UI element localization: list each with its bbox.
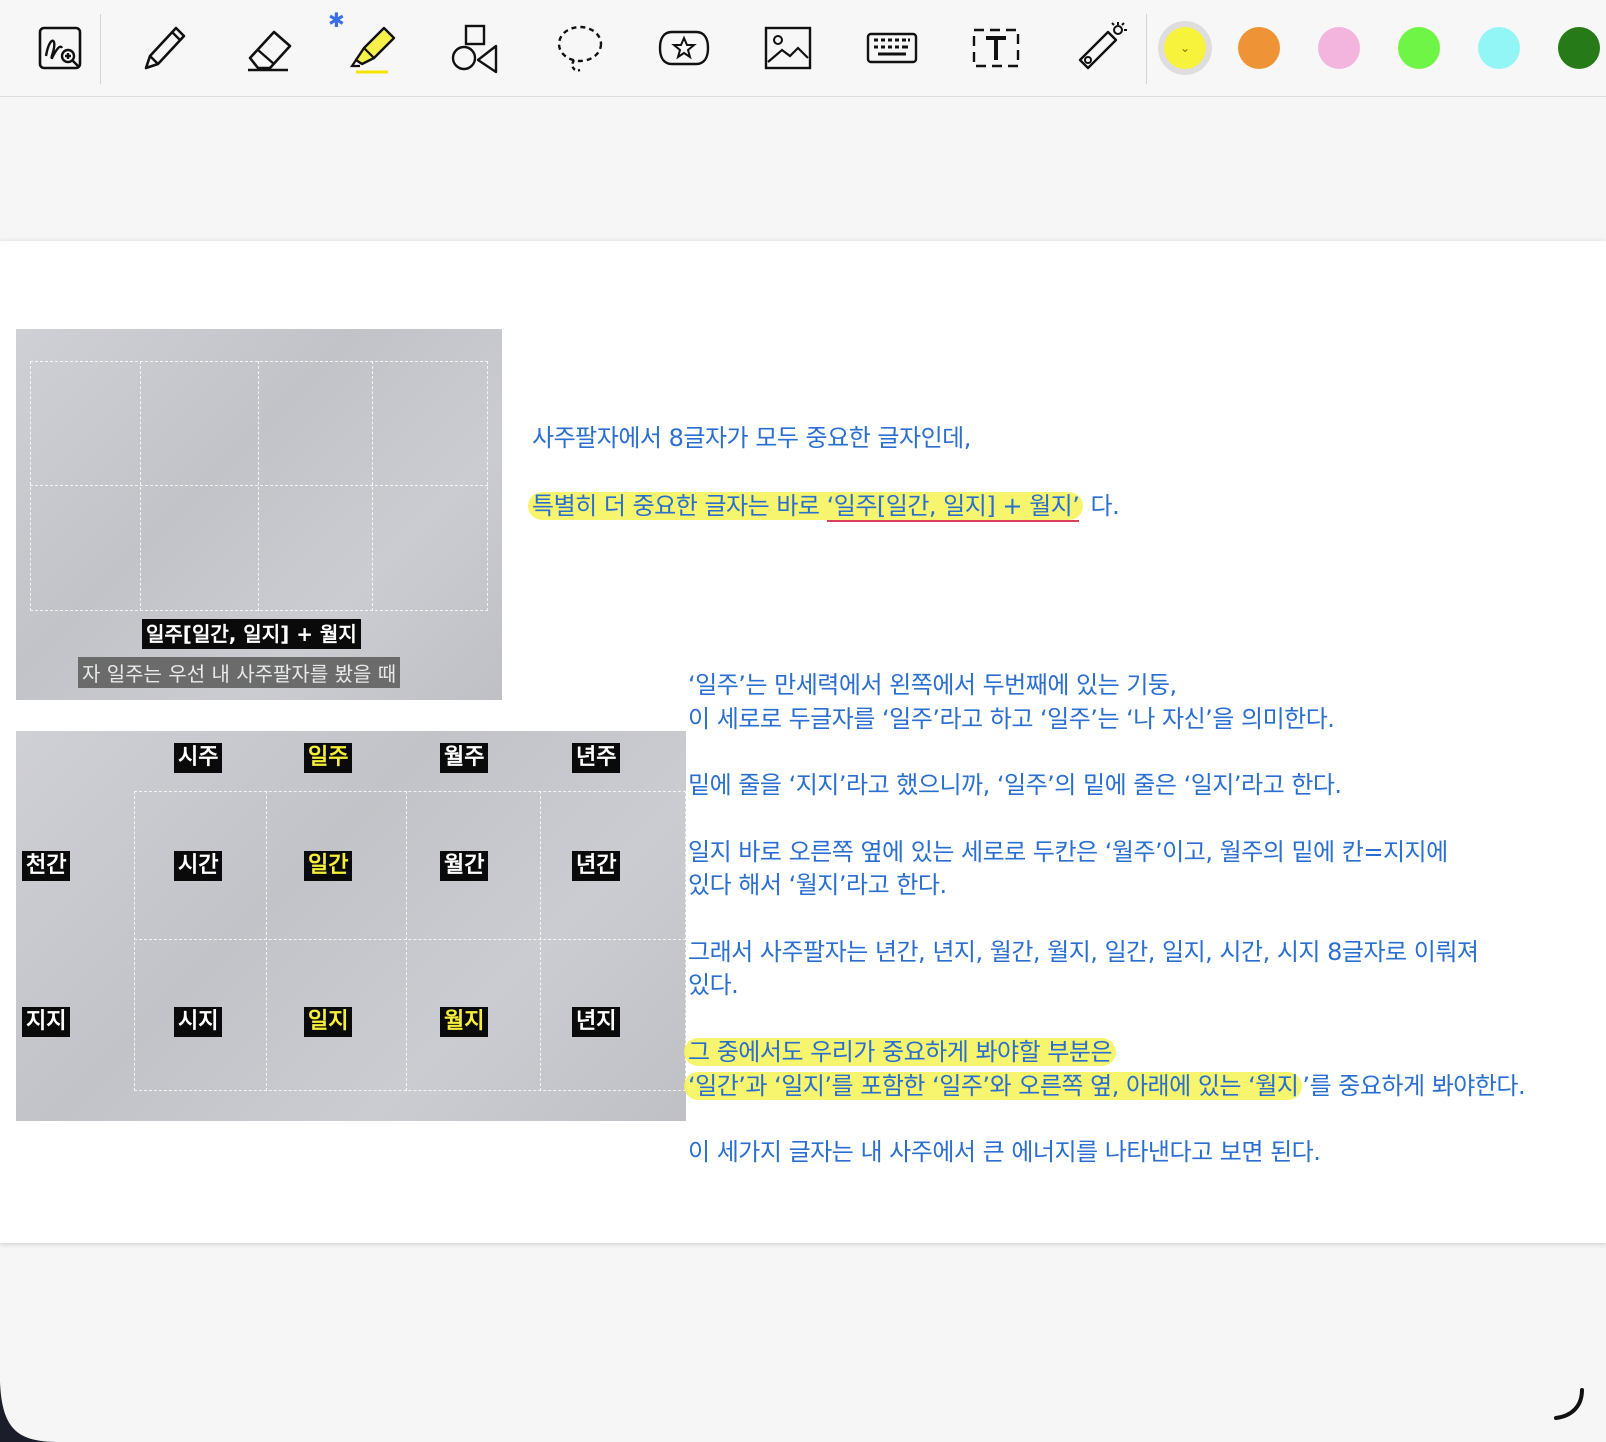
color-swatch-green[interactable] <box>1398 27 1440 69</box>
column-header-ilju: 일주 <box>304 743 353 773</box>
keyboard-icon <box>866 32 918 64</box>
eraser-tool[interactable] <box>232 14 304 82</box>
note-page[interactable]: 일주[일간, 일지] + 월지 자 일주는 우선 내 사주팔자를 봤을 때 시주… <box>0 241 1606 1243</box>
note-line[interactable]: 이 세가지 글자는 내 사주에서 큰 에너지를 나타낸다고 보면 된다. <box>688 1135 1321 1169</box>
note-line[interactable]: 사주팔자에서 8글자가 모두 중요한 글자인데, <box>532 421 971 455</box>
screen-corner <box>0 1382 60 1442</box>
column-header-sizhu: 시주 <box>174 743 223 773</box>
zoom-handwriting-icon <box>38 26 82 70</box>
highlight-stroke: 그 중에서도 우리가 중요하게 봐야할 부분은 <box>684 1038 1117 1066</box>
image-tool[interactable] <box>752 14 824 82</box>
laser-pointer-tool[interactable] <box>1064 14 1136 82</box>
page-curl-icon[interactable] <box>1552 1386 1588 1422</box>
cell-wolji: 월지 <box>440 1007 489 1037</box>
screenshot-image-manseryeok[interactable]: 시주 일주 월주 년주 천간 시간 일간 월간 년간 지지 시지 일지 월지 년… <box>16 731 686 1121</box>
toolbar: ✱ ⌄ <box>0 0 1606 97</box>
note-line-highlighted[interactable]: ‘일간’과 ‘일지’를 포함한 ‘일주’와 오른쪽 옆, 아래에 있는 ‘월지’… <box>684 1069 1526 1103</box>
laser-pointer-icon <box>1078 22 1127 70</box>
color-swatch-yellow[interactable]: ⌄ <box>1164 27 1206 69</box>
highlighter-icon <box>349 26 396 74</box>
note-line[interactable]: 이 세로로 두글자를 ‘일주’라고 하고 ‘일주’는 ‘나 자신’을 의미한다. <box>688 702 1335 736</box>
grid-line <box>266 791 267 1091</box>
cell-ilji: 일지 <box>304 1007 353 1037</box>
note-line[interactable]: 있다 해서 ‘월지’라고 한다. <box>688 868 947 902</box>
note-text: ’를 중요하게 봐야한다. <box>1302 1072 1526 1100</box>
shapes-tool[interactable] <box>440 14 512 82</box>
text-box-tool[interactable] <box>960 14 1032 82</box>
chevron-down-icon: ⌄ <box>1179 41 1191 55</box>
cell-wolgan: 월간 <box>440 851 489 881</box>
note-line[interactable]: 그래서 사주팔자는 년간, 년지, 월간, 월지, 일간, 일지, 시간, 시지… <box>688 935 1479 969</box>
grid-line <box>540 791 541 1091</box>
screenshot-image-saju-grid[interactable]: 일주[일간, 일지] + 월지 자 일주는 우선 내 사주팔자를 봤을 때 <box>16 329 502 700</box>
keyboard-tool[interactable] <box>856 14 928 82</box>
image-icon <box>764 26 812 70</box>
note-text: 특별히 더 중요한 글자는 바로 <box>532 492 827 520</box>
note-line[interactable]: 있다. <box>688 968 739 1002</box>
cell-sigan: 시간 <box>174 851 223 881</box>
eraser-icon <box>248 30 292 72</box>
note-line[interactable]: 일지 바로 오른쪽 옆에 있는 세로로 두칸은 ‘월주’이고, 월주의 밑에 칸… <box>688 835 1448 869</box>
grid-line <box>140 361 141 611</box>
lasso-icon <box>557 25 603 72</box>
pen-tool[interactable] <box>128 14 200 82</box>
row-label-jiji: 지지 <box>22 1007 71 1037</box>
highlighter-tool[interactable] <box>336 14 408 82</box>
column-header-nyeonju: 년주 <box>572 743 621 773</box>
note-text: 다. <box>1083 492 1120 520</box>
shapes-icon <box>451 24 498 74</box>
video-title-tag: 일주[일간, 일지] + 월지 <box>142 619 361 649</box>
sticker-tool[interactable] <box>648 14 720 82</box>
grid-frame <box>30 361 488 611</box>
grid-line <box>372 361 373 611</box>
underlined-key-phrase: ‘일주[일간, 일지] + 월지’ <box>826 492 1080 522</box>
lasso-tool[interactable] <box>544 14 616 82</box>
color-swatch-orange[interactable] <box>1238 27 1280 69</box>
cell-nyeonji: 년지 <box>572 1007 621 1037</box>
color-swatch-dark-green[interactable] <box>1558 27 1600 69</box>
row-label-cheongan: 천간 <box>22 851 71 881</box>
grid-line <box>30 485 488 486</box>
highlight-stroke: ‘일간’과 ‘일지’를 포함한 ‘일주’와 오른쪽 옆, 아래에 있는 ‘월지 <box>684 1072 1303 1100</box>
column-header-wolju: 월주 <box>440 743 489 773</box>
note-line[interactable]: ‘일주’는 만세력에서 왼쪽에서 두번째에 있는 기둥, <box>688 668 1177 702</box>
toolbar-divider <box>100 14 101 84</box>
grid-line <box>258 361 259 611</box>
zoom-handwriting-tool[interactable] <box>24 14 96 82</box>
text-box-icon <box>972 28 1020 68</box>
sticker-icon <box>658 30 710 66</box>
video-subtitle: 자 일주는 우선 내 사주팔자를 봤을 때 <box>78 657 401 688</box>
note-line-highlighted[interactable]: 그 중에서도 우리가 중요하게 봐야할 부분은 <box>684 1035 1117 1069</box>
pen-icon <box>144 26 186 70</box>
cell-nyeongan: 년간 <box>572 851 621 881</box>
note-line-highlighted[interactable]: 특별히 더 중요한 글자는 바로 ‘일주[일간, 일지] + 월지’ 다. <box>528 489 1120 523</box>
grid-line <box>134 939 686 940</box>
color-swatch-pink[interactable] <box>1318 27 1360 69</box>
highlight-stroke: 특별히 더 중요한 글자는 바로 ‘일주[일간, 일지] + 월지’ <box>528 492 1084 522</box>
grid-line <box>406 791 407 1091</box>
grid-frame <box>134 791 686 1091</box>
toolbar-divider <box>1146 14 1147 84</box>
cell-siji: 시지 <box>174 1007 223 1037</box>
color-swatch-cyan[interactable] <box>1478 27 1520 69</box>
note-line[interactable]: 밑에 줄을 ‘지지’라고 했으니까, ‘일주’의 밑에 줄은 ‘일지’라고 한다… <box>688 768 1342 802</box>
cell-ilgan: 일간 <box>304 851 353 881</box>
